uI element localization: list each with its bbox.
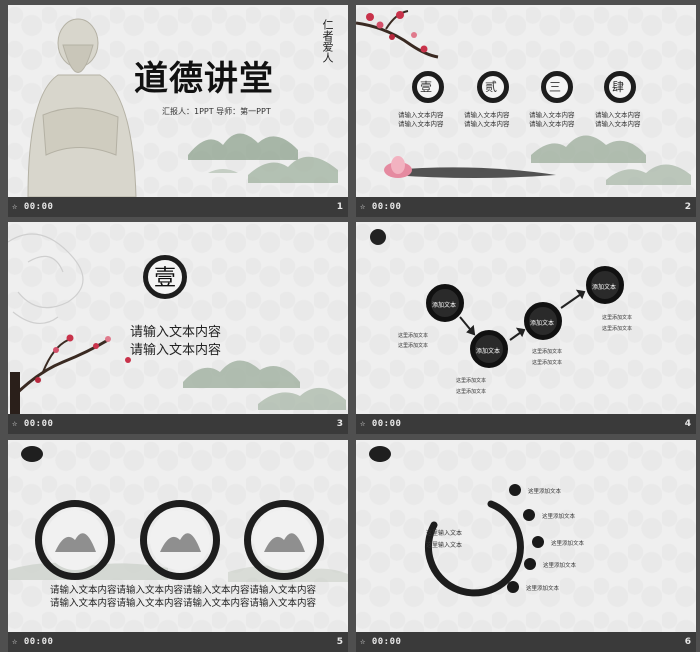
bullet-text: 这里添加文本 [542, 514, 576, 520]
caption-text: 这里添加文本 [532, 349, 563, 355]
ink-frame-2 [140, 500, 220, 580]
bullet-text: 这里添加文本 [543, 563, 577, 569]
flow-node-label: 添加文本 [592, 284, 617, 291]
timing-label: ☆ 00:00 [12, 637, 54, 647]
flow-node-label: 添加文本 [432, 302, 457, 309]
flow-node-label: 添加文本 [530, 320, 555, 327]
slide-thumbnail-3[interactable]: 壹 请输入文本内容 请输入文本内容 ☆ 00:00 3 [8, 222, 348, 434]
timing-label: ☆ 00:00 [360, 419, 402, 429]
slide-canvas: 壹 请输入文本内容 请输入文本内容 [8, 222, 348, 414]
slide-thumbnail-2[interactable]: 壹 贰 三 肆 请输入文本内容 请输入文本内容 请输入文本内容 请输入文本内容 … [356, 5, 696, 217]
slide-number: 3 [336, 419, 343, 429]
slide-canvas: 道德讲堂 仁者爱人 汇报人：1PPT 导师：第一PPT [8, 5, 348, 197]
slide-canvas: 添加文本 添加文本 添加文本 添加文本 这里添加文本 这里添加文本 这里添加文本… [356, 222, 696, 414]
caption-text: 这里添加文本 [398, 343, 429, 349]
bullet-dot [507, 581, 519, 593]
mountain-painting [531, 135, 691, 185]
slide-footer: ☆ 00:00 5 [8, 632, 348, 652]
slide-footer: ☆ 00:00 4 [356, 414, 696, 434]
mountain-painting [188, 133, 338, 183]
caption-text: 这里添加文本 [398, 333, 429, 339]
circle-label-4: 肆 [612, 80, 625, 94]
slide-number: 4 [684, 419, 691, 429]
slide-canvas: 请输入文本内容请输入文本内容请输入文本内容请输入文本内容 请输入文本内容请输入文… [8, 440, 348, 632]
bullet-text: 这里添加文本 [551, 541, 585, 547]
dragon-pattern [8, 233, 84, 324]
ring-text-line-1: 这里输入文本 [426, 530, 463, 537]
slide-thumbnail-6[interactable]: 这里输入文本 这里输入文本 这里添加文本 这里添加文本 这里添加文本 这里添加文… [356, 440, 696, 652]
ink-frame-1 [35, 500, 115, 580]
bullet-dot [532, 536, 544, 548]
body-text: 请输入文本内容 [464, 120, 510, 128]
statue-image [27, 18, 137, 197]
plum-branch-image [356, 10, 439, 59]
lotus-image [384, 156, 412, 178]
timing-label: ☆ 00:00 [12, 202, 54, 212]
caption-text: 这里添加文本 [456, 389, 487, 395]
ink-blot [369, 446, 391, 462]
ink-blot [370, 229, 386, 245]
ink-stroke [391, 167, 556, 178]
circle-label-2: 贰 [485, 80, 498, 94]
body-text-line-2: 请输入文本内容请输入文本内容请输入文本内容请输入文本内容 [50, 598, 317, 609]
presenter-line: 汇报人：1PPT 导师：第一PPT [162, 107, 271, 116]
slide-footer: ☆ 00:00 6 [356, 632, 696, 652]
bullet-dot [524, 558, 536, 570]
timing-label: ☆ 00:00 [360, 202, 402, 212]
circle-label: 壹 [154, 266, 177, 291]
plum-branch-image [10, 334, 131, 414]
bullet-dot [523, 509, 535, 521]
slide-artwork [356, 10, 691, 185]
caption-text: 这里添加文本 [456, 378, 487, 384]
slide-number: 1 [336, 202, 343, 212]
ink-frame-3 [244, 500, 324, 580]
body-text: 请输入文本内容 [595, 120, 641, 128]
bullet-text: 这里添加文本 [528, 489, 562, 495]
mountain-painting [183, 360, 346, 410]
flow-node-label: 添加文本 [476, 348, 501, 355]
bullet-dot [509, 484, 521, 496]
caption-text: 这里添加文本 [602, 326, 633, 332]
bullet-text: 这里添加文本 [526, 586, 560, 592]
caption-text: 这里添加文本 [602, 315, 633, 321]
slide-thumbnail-5[interactable]: 请输入文本内容请输入文本内容请输入文本内容请输入文本内容 请输入文本内容请输入文… [8, 440, 348, 652]
ink-blot [21, 446, 43, 462]
body-text-line-1: 请输入文本内容请输入文本内容请输入文本内容请输入文本内容 [50, 585, 317, 596]
slide-footer: ☆ 00:00 1 [8, 197, 348, 217]
caption-text: 这里添加文本 [532, 360, 563, 366]
slide-number: 6 [684, 637, 691, 647]
timing-label: ☆ 00:00 [360, 637, 402, 647]
vertical-caption: 仁者爱人 [321, 19, 334, 63]
slide-canvas: 这里输入文本 这里输入文本 这里添加文本 这里添加文本 这里添加文本 这里添加文… [356, 440, 696, 632]
body-text-line-2: 请输入文本内容 [130, 343, 222, 358]
slide-number: 2 [684, 202, 691, 212]
slide-artwork [369, 446, 524, 597]
body-text: 请输入文本内容 [398, 120, 444, 128]
circle-label-3: 三 [549, 80, 562, 94]
body-text-line-1: 请输入文本内容 [130, 325, 222, 340]
slide-number: 5 [336, 637, 343, 647]
slide-artwork [27, 18, 338, 197]
slide-footer: ☆ 00:00 2 [356, 197, 696, 217]
slide-thumbnail-1[interactable]: 道德讲堂 仁者爱人 汇报人：1PPT 导师：第一PPT ☆ 00:00 1 [8, 5, 348, 217]
slide-footer: ☆ 00:00 3 [8, 414, 348, 434]
timing-label: ☆ 00:00 [12, 419, 54, 429]
slide-thumbnail-4[interactable]: 添加文本 添加文本 添加文本 添加文本 这里添加文本 这里添加文本 这里添加文本… [356, 222, 696, 434]
body-text: 请输入文本内容 [529, 120, 575, 128]
slide-canvas: 壹 贰 三 肆 请输入文本内容 请输入文本内容 请输入文本内容 请输入文本内容 … [356, 5, 696, 197]
slide-artwork [8, 233, 346, 414]
slide-title: 道德讲堂 [134, 59, 274, 99]
ring-text-line-2: 这里输入文本 [426, 542, 463, 549]
circle-label-1: 壹 [420, 80, 433, 94]
